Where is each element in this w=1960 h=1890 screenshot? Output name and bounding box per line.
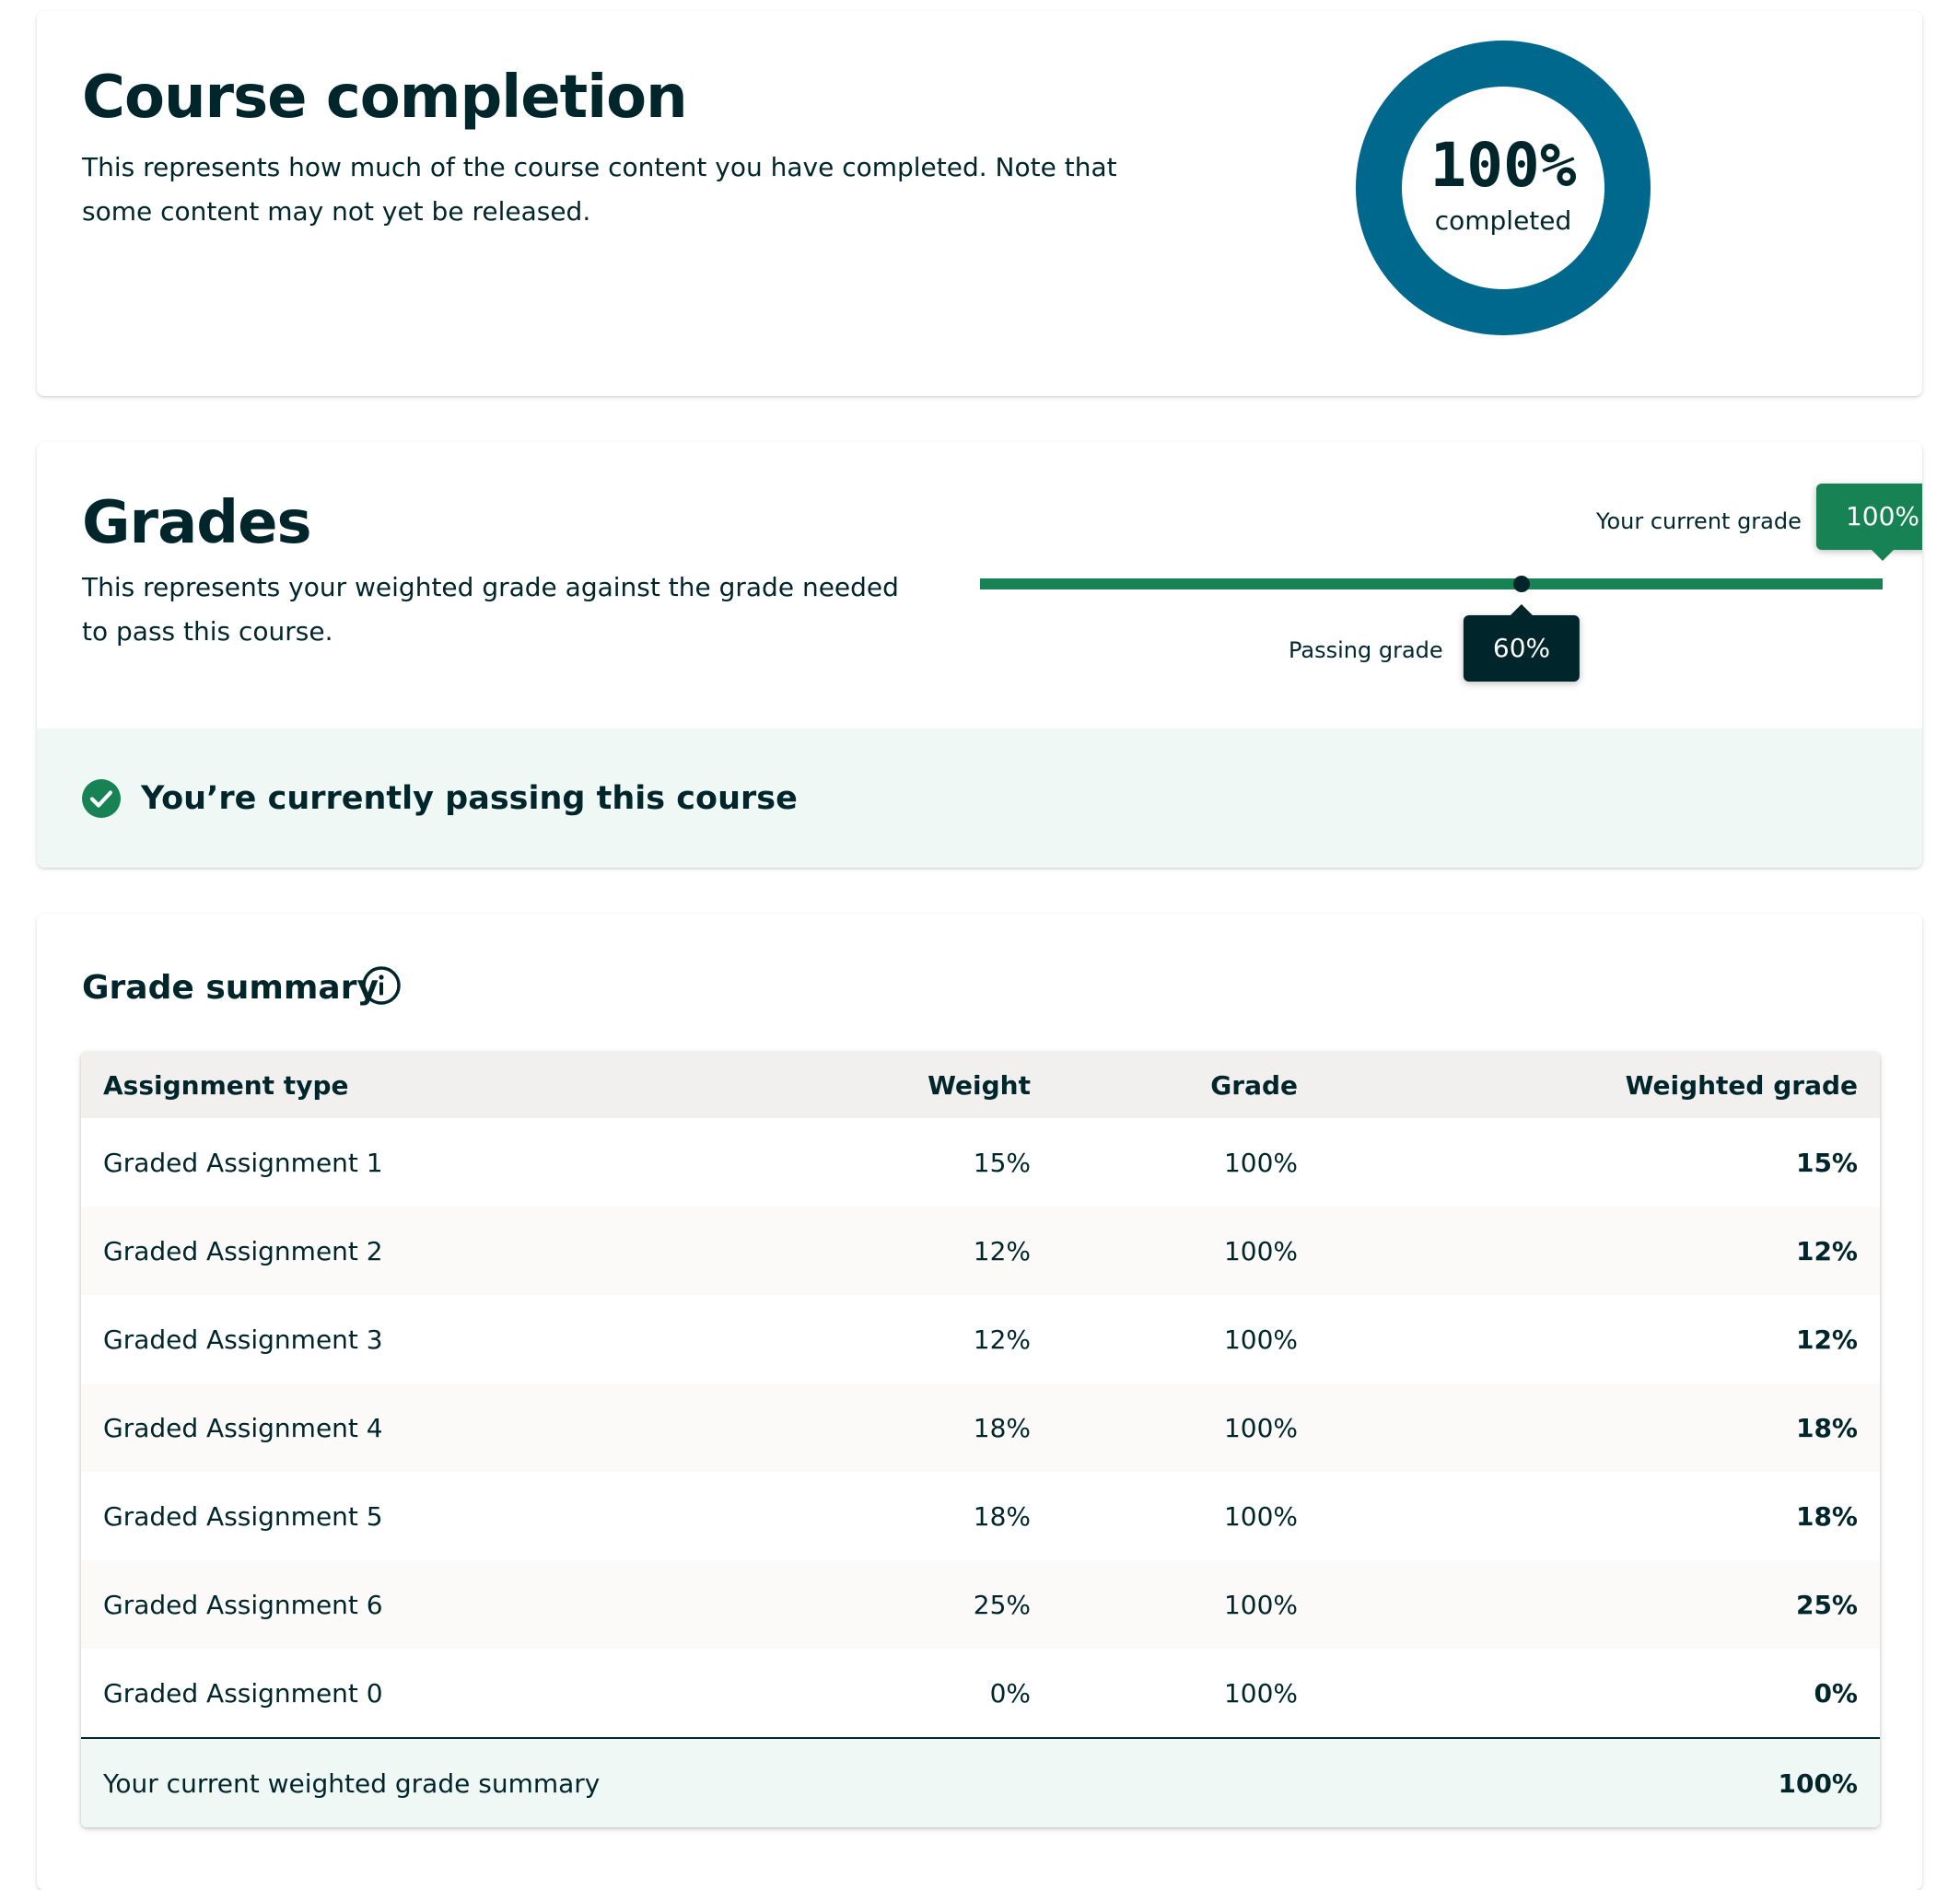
table-row: Graded Assignment 2 12% 100% 12% [81,1207,1880,1295]
grade-bar-chart: Your current grade 100% Passing grade 60… [37,442,1922,718]
cell-weighted-grade: 18% [1795,1412,1858,1443]
course-completion-title: Course completion [82,64,688,132]
passing-grade-label: Passing grade [1289,637,1443,663]
course-completion-description: This represents how much of the course c… [82,152,1117,227]
cell-weighted-grade: 18% [1795,1500,1858,1532]
table-row: Graded Assignment 6 25% 100% 25% [81,1560,1880,1649]
cell-grade: 100% [1223,1235,1298,1266]
cell-weight: 0% [989,1677,1031,1709]
passing-grade-tooltip: 60% [1463,604,1581,682]
completion-percent: 100% [1429,129,1577,201]
cell-weight: 18% [973,1412,1031,1443]
cell-weight: 12% [973,1235,1031,1266]
table-footer-row: Your current weighted grade summary 100% [81,1737,1880,1827]
cell-grade: 100% [1223,1147,1298,1178]
cell-assignment-type: Graded Assignment 0 [103,1677,383,1709]
cell-weighted-grade: 12% [1795,1324,1858,1355]
cell-weight: 12% [973,1324,1031,1355]
grades-card: Grades This represents your weighted gra… [37,442,1922,868]
grade-bar-track [980,578,1883,589]
check-circle-icon [82,779,121,818]
passing-grade-marker [1513,576,1530,592]
cell-weighted-grade: 0% [1814,1677,1858,1709]
cell-grade: 100% [1223,1677,1298,1709]
course-completion-card: Course completion This represents how mu… [37,11,1922,396]
grade-summary-title: Grade summary [82,969,379,1007]
completion-donut-chart: 100% completed [1356,41,1651,335]
weighted-grade-summary-label: Your current weighted grade summary [81,1737,1320,1827]
passing-status-text: You’re currently passing this course [141,780,798,817]
table-row: Graded Assignment 5 18% 100% 18% [81,1472,1880,1560]
completion-sublabel: completed [1434,204,1572,236]
cell-assignment-type: Graded Assignment 1 [103,1147,383,1178]
cell-assignment-type: Graded Assignment 4 [103,1412,383,1443]
current-grade-tooltip: 100% [1815,484,1922,561]
table-row: Graded Assignment 0 0% 100% 0% [81,1649,1880,1738]
cell-assignment-type: Graded Assignment 5 [103,1500,383,1532]
cell-weight: 18% [973,1500,1031,1532]
table-row: Graded Assignment 4 18% 100% 18% [81,1383,1880,1472]
cell-grade: 100% [1223,1412,1298,1443]
cell-grade: 100% [1223,1589,1298,1620]
completion-donut-label: 100% completed [1356,41,1651,335]
weighted-grade-summary-total: 100% [1320,1737,1880,1827]
cell-weighted-grade: 15% [1795,1147,1858,1178]
cell-grade: 100% [1223,1500,1298,1532]
cell-weighted-grade: 25% [1795,1589,1858,1620]
cell-grade: 100% [1223,1324,1298,1355]
header-weighted-grade: Weighted grade [1320,1052,1880,1118]
cell-weight: 25% [973,1589,1031,1620]
cell-assignment-type: Graded Assignment 3 [103,1324,383,1355]
passing-status-banner: You’re currently passing this course [37,729,1922,868]
header-assignment-type: Assignment type [81,1052,873,1118]
info-icon[interactable] [361,965,402,1006]
table-row: Graded Assignment 3 12% 100% 12% [81,1295,1880,1383]
cell-assignment-type: Graded Assignment 6 [103,1589,383,1620]
table-row: Graded Assignment 1 15% 100% 15% [81,1118,1880,1207]
grade-summary-table-container: Assignment type Weight Grade Weighted gr… [81,1052,1880,1827]
cell-assignment-type: Graded Assignment 2 [103,1235,383,1266]
current-grade-label: Your current grade [1596,508,1802,534]
cell-weight: 15% [973,1147,1031,1178]
header-grade: Grade [1053,1052,1320,1118]
table-header-row: Assignment type Weight Grade Weighted gr… [81,1052,1880,1118]
cell-weighted-grade: 12% [1795,1235,1858,1266]
grade-summary-card: Grade summary Assignment type Weight Gra… [37,914,1922,1890]
header-weight: Weight [873,1052,1053,1118]
grade-summary-table: Assignment type Weight Grade Weighted gr… [81,1052,1880,1827]
